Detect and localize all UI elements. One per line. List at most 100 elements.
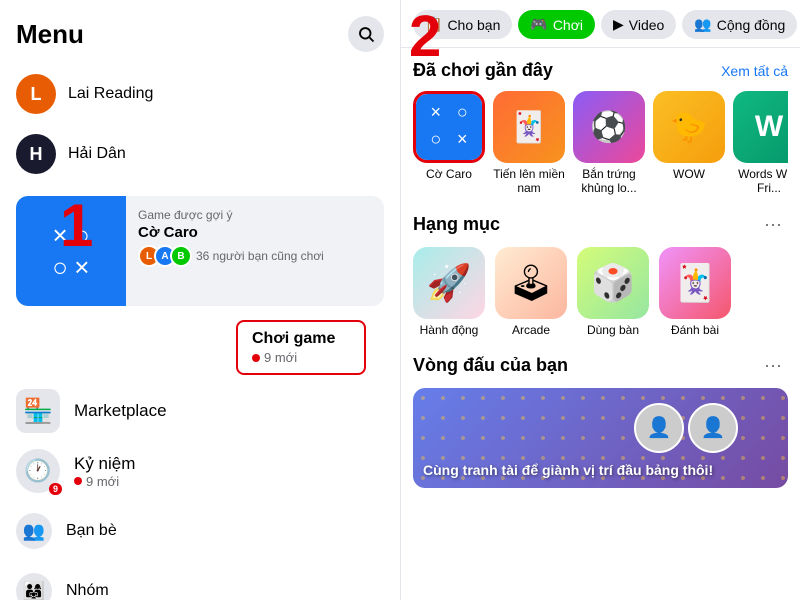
tien-len-name: Tiến lên miền nam	[493, 167, 565, 196]
mini-avatar-3: B	[170, 245, 192, 267]
category-dung-ban[interactable]: 🎲 Dùng bàn	[577, 247, 649, 337]
tab-choi-label: Chơi	[553, 17, 583, 33]
game-thumb-co-caro[interactable]: × ○ ○ × Cờ Caro	[413, 91, 485, 196]
vongdau-header: Vòng đấu của bạn ···	[413, 353, 788, 378]
see-all-button[interactable]: Xem tất cả	[721, 63, 788, 79]
game-menu-item[interactable]: Chơi game 9 mới	[236, 320, 366, 375]
arcade-img: 🕹	[495, 247, 567, 319]
ban-be-icon: 👥	[16, 513, 52, 549]
kyniem-dot	[74, 477, 82, 485]
vongdau-title: Vòng đấu của bạn	[413, 355, 568, 376]
tabs-row: 📋 Cho bạn 🎮 Chơi ▶ Video 👥 Cộng đồng	[401, 0, 800, 48]
right-content: Đã chơi gần đây Xem tất cả × ○ ○ × Cờ Ca…	[401, 48, 800, 600]
vd-avatar-2: 👤	[688, 403, 738, 453]
category-section: Hạng mục ··· 🚀 Hành động 🕹 Arcade 🎲 Dùng…	[413, 212, 788, 337]
kyniem-label: Kỷ niệm	[74, 454, 135, 474]
kyniem-icon: 🕐 9	[16, 449, 60, 493]
marketplace-row: 🏪 Marketplace	[0, 381, 400, 441]
menu-item-nhom[interactable]: 👨‍👩‍👧 Nhóm	[0, 561, 400, 600]
game-menu-badge-text: 9 mới	[264, 350, 297, 365]
game-menu-badge: 9 mới	[252, 350, 350, 365]
co-caro-img: × ○ ○ ×	[413, 91, 485, 163]
vongdau-more-button[interactable]: ···	[758, 353, 788, 378]
kyniem-row[interactable]: 🕐 9 Kỷ niệm 9 mới	[0, 441, 400, 501]
avatar-lai: L	[16, 74, 56, 114]
danh-bai-img: 🃏	[659, 247, 731, 319]
kyniem-info: Kỷ niệm 9 mới	[74, 454, 135, 489]
avatar-hai: H	[16, 134, 56, 174]
wow-name: WOW	[673, 167, 705, 181]
search-button[interactable]	[348, 16, 384, 52]
vongdau-avatars: 👤 👤	[634, 403, 738, 453]
user-item-lai[interactable]: L Lai Reading	[0, 64, 400, 124]
danh-bai-name: Đánh bài	[671, 323, 719, 337]
tab-cho-ban-label: Cho bạn	[447, 17, 500, 33]
category-arcade[interactable]: 🕹 Arcade	[495, 247, 567, 337]
user-list: L Lai Reading H Hải Dân	[0, 60, 400, 188]
game-section: × ○ ○ × Game được gợi ý Cờ Caro L A B 36…	[0, 188, 400, 381]
kyniem-sub-text: 9 mới	[86, 474, 119, 489]
category-hanh-dong[interactable]: 🚀 Hành động	[413, 247, 485, 337]
tab-cong-dong[interactable]: 👥 Cộng đồng	[682, 10, 797, 39]
mini-avatars: L A B	[138, 245, 192, 267]
game-title: Cờ Caro	[138, 224, 324, 241]
video-tab-icon: ▶	[613, 16, 624, 33]
game-menu-wrapper: Chơi game 9 mới	[0, 314, 400, 381]
nhom-icon: 👨‍👩‍👧	[16, 573, 52, 600]
category-danh-bai[interactable]: 🃏 Đánh bài	[659, 247, 731, 337]
tab-video-label: Video	[629, 17, 665, 33]
user-name-hai: Hải Dân	[68, 145, 126, 163]
left-header: Menu	[0, 0, 400, 60]
recently-played-section: Đã chơi gần đây Xem tất cả × ○ ○ × Cờ Ca…	[413, 60, 788, 196]
game-thumb-words[interactable]: W Words With Fri...	[733, 91, 788, 196]
ban-trung-name: Bắn trứng khủng lo...	[573, 167, 645, 196]
tab-choi[interactable]: 🎮 Chơi	[518, 10, 595, 39]
games-scroll: × ○ ○ × Cờ Caro 🃏 Tiến lên miền nam	[413, 91, 788, 196]
tabs-wrapper: 📋 Cho bạn 🎮 Chơi ▶ Video 👥 Cộng đồng 2	[401, 0, 800, 48]
words-img: W	[733, 91, 788, 163]
tab-video[interactable]: ▶ Video	[601, 10, 676, 39]
vongdau-text: Cùng tranh tài để giành vị trí đầu bảng …	[423, 462, 713, 478]
tab-cong-dong-label: Cộng đồng	[717, 17, 786, 33]
user-item-hai[interactable]: H Hải Dân	[0, 124, 400, 184]
game-thumb-tien-len[interactable]: 🃏 Tiến lên miền nam	[493, 91, 565, 196]
dung-ban-img: 🎲	[577, 247, 649, 319]
category-scroll: 🚀 Hành động 🕹 Arcade 🎲 Dùng bàn 🃏 Đánh b…	[413, 247, 788, 337]
marketplace-label: Marketplace	[74, 401, 167, 421]
game-info: Game được gợi ý Cờ Caro L A B 36 người b…	[126, 196, 336, 306]
marketplace-icon: 🏪	[16, 389, 60, 433]
game-suggested-label: Game được gợi ý	[138, 208, 324, 222]
red-number-2: 2	[409, 8, 441, 66]
right-panel: 📋 Cho bạn 🎮 Chơi ▶ Video 👥 Cộng đồng 2 Đ…	[400, 0, 800, 600]
cong-dong-icon: 👥	[694, 16, 711, 33]
user-name-lai: Lai Reading	[68, 85, 153, 103]
ban-be-label: Bạn bè	[66, 522, 117, 540]
recently-played-header: Đã chơi gần đây Xem tất cả	[413, 60, 788, 81]
menu-items: 👥 Bạn bè 👨‍👩‍👧 Nhóm ▶ Video trên Watch 🔖…	[0, 501, 400, 600]
hanh-dong-name: Hành động	[420, 323, 479, 337]
game-players-row: L A B 36 người bạn cũng chơi	[138, 245, 324, 267]
game-menu-title: Chơi game	[252, 330, 335, 347]
vd-avatar-1: 👤	[634, 403, 684, 453]
vongdau-banner: 👤 👤 Cùng tranh tài để giành vị trí đầu b…	[413, 388, 788, 488]
choi-icon: 🎮	[530, 16, 547, 33]
wow-img: 🐤	[653, 91, 725, 163]
menu-item-ban-be[interactable]: 👥 Bạn bè	[0, 501, 400, 561]
nhom-label: Nhóm	[66, 582, 109, 600]
game-thumb-wow[interactable]: 🐤 WOW	[653, 91, 725, 196]
game-thumb-ban-trung[interactable]: ⚽ Bắn trứng khủng lo...	[573, 91, 645, 196]
red-number-1: 1	[60, 196, 93, 256]
new-badge-dot	[252, 354, 260, 362]
player-count: 36 người bạn cũng chơi	[196, 249, 324, 263]
category-title: Hạng mục	[413, 214, 500, 235]
dung-ban-name: Dùng bàn	[587, 323, 639, 337]
kyniem-badge: 9	[49, 483, 62, 495]
hanh-dong-img: 🚀	[413, 247, 485, 319]
kyniem-sub: 9 mới	[74, 474, 135, 489]
arcade-name: Arcade	[512, 323, 550, 337]
words-name: Words With Fri...	[733, 167, 788, 196]
tien-len-img: 🃏	[493, 91, 565, 163]
marketplace-item[interactable]: 🏪 Marketplace	[16, 389, 384, 433]
left-panel: Menu L Lai Reading H Hải Dân × ○ ○	[0, 0, 400, 600]
category-more-button[interactable]: ···	[758, 212, 788, 237]
